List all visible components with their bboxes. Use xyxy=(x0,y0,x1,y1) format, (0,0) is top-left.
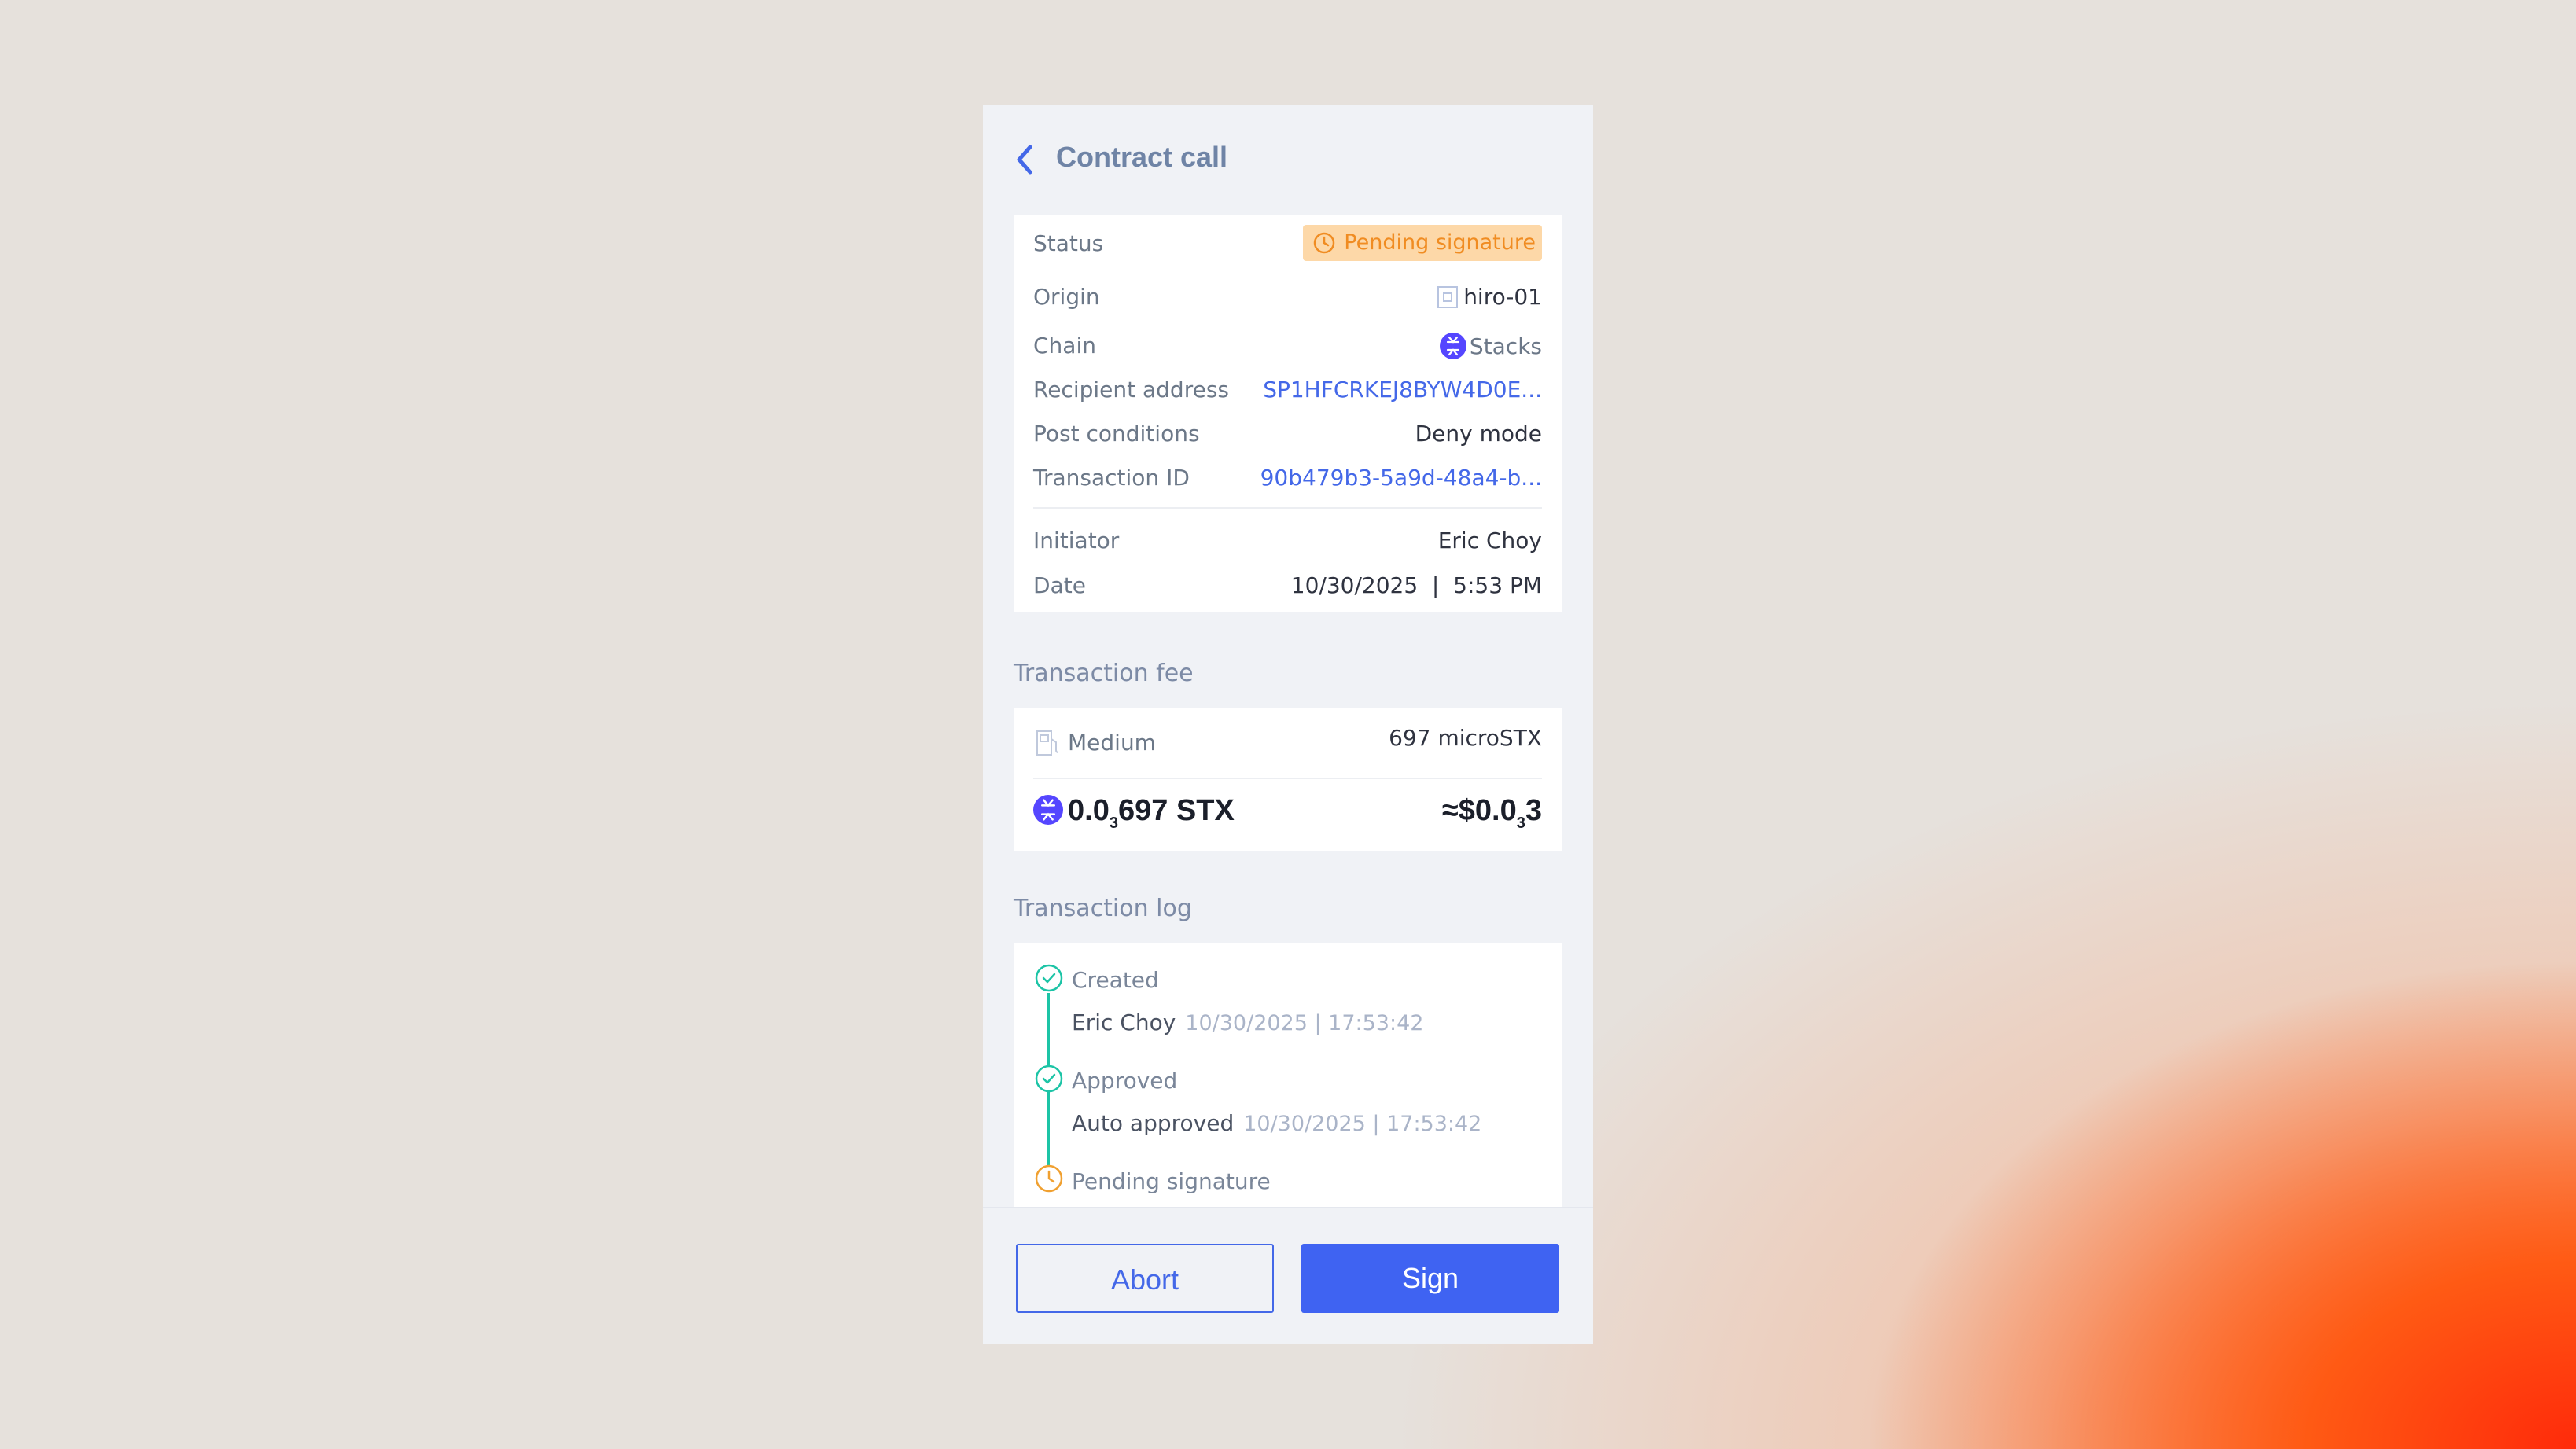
status-label: Status xyxy=(1033,230,1104,256)
transaction-fee-title: Transaction fee xyxy=(1014,660,1194,687)
chain-value: Stacks xyxy=(1439,333,1542,359)
gas-pump-icon xyxy=(1036,730,1059,756)
transaction-id-row: Transaction ID 90b479b3-5a9d-48a4-b... xyxy=(1033,465,1542,496)
action-footer: Abort Sign xyxy=(983,1207,1593,1344)
post-conditions-label: Post conditions xyxy=(1033,421,1200,447)
recipient-label: Recipient address xyxy=(1033,377,1230,403)
log-actor: Eric Choy xyxy=(1072,1010,1176,1035)
fee-usd-sub: 3 xyxy=(1516,815,1525,832)
log-status-created: Created xyxy=(1072,967,1159,993)
transaction-id-link[interactable]: 90b479b3-5a9d-48a4-b... xyxy=(1260,465,1542,491)
date-value: 10/30/2025 | 5:53 PM xyxy=(1290,572,1542,598)
fee-stx-prefix: 0.0 xyxy=(1068,794,1110,827)
origin-label: Origin xyxy=(1033,284,1100,310)
origin-row: Origin hiro-01 xyxy=(1033,284,1542,315)
abort-button[interactable]: Abort xyxy=(1016,1244,1274,1313)
date-label: Date xyxy=(1033,572,1086,598)
clock-icon xyxy=(1314,232,1335,254)
transaction-panel: Contract call Status Pending signature O… xyxy=(983,105,1593,1344)
status-badge-text: Pending signature xyxy=(1344,230,1536,255)
log-status-pending: Pending signature xyxy=(1072,1168,1271,1194)
date-row: Date 10/30/2025 | 5:53 PM xyxy=(1033,572,1542,604)
check-circle-icon xyxy=(1035,1065,1063,1093)
fee-stx-sub: 3 xyxy=(1109,815,1118,832)
chain-label: Chain xyxy=(1033,333,1096,359)
origin-app-icon xyxy=(1437,286,1459,308)
stacks-icon xyxy=(1439,333,1466,359)
chain-text: Stacks xyxy=(1469,333,1542,359)
fee-card[interactable]: Medium 697 microSTX 0.03697 STX ≈$0.033 xyxy=(1014,708,1562,851)
origin-value: hiro-01 xyxy=(1437,284,1542,310)
initiator-row: Initiator Eric Choy xyxy=(1033,528,1542,559)
status-row: Status Pending signature xyxy=(1033,225,1542,262)
clock-icon xyxy=(1035,1164,1063,1193)
log-entry-created: Eric Choy 10/30/2025 | 17:53:42 xyxy=(1072,1010,1423,1035)
log-time: 10/30/2025 | 17:53:42 xyxy=(1185,1011,1424,1035)
transaction-log-title: Transaction log xyxy=(1014,895,1192,922)
log-actor: Auto approved xyxy=(1072,1110,1235,1136)
initiator-value: Eric Choy xyxy=(1437,528,1542,553)
recipient-row: Recipient address SP1HFCRKEJ8BYW4D0E... xyxy=(1033,377,1542,408)
header: Contract call xyxy=(983,105,1593,215)
stacks-icon xyxy=(1033,795,1063,825)
fee-total-row: 0.03697 STX ≈$0.033 xyxy=(1033,794,1542,838)
recipient-address-link[interactable]: SP1HFCRKEJ8BYW4D0E... xyxy=(1263,377,1542,403)
fee-speed-text: Medium xyxy=(1068,730,1156,756)
details-card: Status Pending signature Origin hiro-01 … xyxy=(1014,215,1562,612)
initiator-label: Initiator xyxy=(1033,528,1120,553)
fee-stx-suffix: 697 STX xyxy=(1117,794,1235,827)
fee-usd-amount: ≈$0.033 xyxy=(1442,794,1542,833)
details-divider xyxy=(1033,507,1542,509)
fee-speed-row: Medium 697 microSTX xyxy=(1033,725,1542,759)
transaction-id-label: Transaction ID xyxy=(1033,465,1190,491)
sign-button[interactable]: Sign xyxy=(1301,1244,1559,1313)
origin-text: hiro-01 xyxy=(1463,284,1542,310)
fee-usd-suffix: 3 xyxy=(1525,794,1542,827)
page-title: Contract call xyxy=(1056,141,1228,173)
log-entry-approved: Auto approved 10/30/2025 | 17:53:42 xyxy=(1072,1110,1481,1136)
fee-stx-amount: 0.03697 STX xyxy=(1033,794,1235,833)
chain-row: Chain Stacks xyxy=(1033,333,1542,364)
fee-speed: Medium xyxy=(1033,728,1156,758)
log-time: 10/30/2025 | 17:53:42 xyxy=(1243,1112,1482,1136)
fee-divider xyxy=(1033,778,1542,779)
status-badge: Pending signature xyxy=(1303,225,1542,261)
post-conditions-value: Deny mode xyxy=(1415,421,1542,447)
log-status-approved: Approved xyxy=(1072,1068,1178,1094)
fee-micro-amount: 697 microSTX xyxy=(1389,725,1542,751)
check-circle-icon xyxy=(1034,963,1064,993)
fee-usd-prefix: ≈$0.0 xyxy=(1441,794,1517,827)
post-conditions-row: Post conditions Deny mode xyxy=(1033,421,1542,452)
chevron-left-icon xyxy=(1017,145,1032,175)
